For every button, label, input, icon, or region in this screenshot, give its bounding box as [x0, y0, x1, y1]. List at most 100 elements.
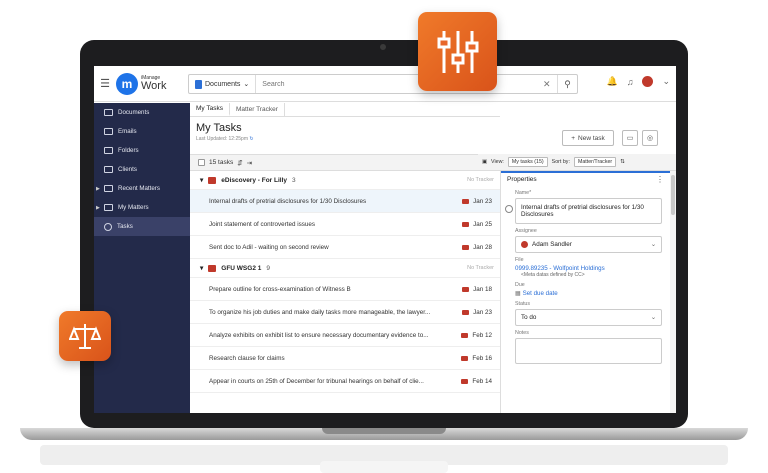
laptop-camera [380, 44, 386, 50]
assignee-label: Assignee [515, 228, 537, 234]
properties-title: Properties [507, 176, 537, 183]
plus-icon: + [571, 134, 576, 142]
close-icon[interactable]: ✕ [543, 79, 557, 90]
view-dropdown[interactable]: My tasks (15) [507, 157, 548, 167]
set-due-date-link[interactable]: Set due date [523, 290, 558, 297]
task-row[interactable]: Prepare outline for cross-examination of… [190, 278, 500, 301]
sidebar-item-folders[interactable]: Folders [94, 141, 190, 160]
matter-icon [208, 176, 217, 184]
email-icon [462, 309, 470, 315]
notification-icon[interactable]: 🔔 [606, 76, 617, 87]
sort-icon[interactable]: ⇵ [237, 159, 242, 167]
search-input[interactable] [256, 80, 543, 88]
email-icon [462, 244, 470, 250]
laptop-stand [320, 461, 448, 473]
assignee-dropdown[interactable]: Adam Sandler ⌄ [515, 236, 662, 253]
page-title: My Tasks [196, 122, 242, 134]
search-bar: Documents ⌄ ✕ ⚲ [188, 74, 578, 94]
notes-field[interactable] [515, 338, 662, 364]
menu-icon[interactable]: ☰ [94, 77, 116, 90]
logo-big: Work [141, 79, 167, 92]
task-row[interactable]: Joint statement of controverted issues Ja… [190, 213, 500, 236]
last-updated: Last Updated: 12:25pm [196, 136, 248, 142]
sidebar-item-emails[interactable]: Emails [94, 122, 190, 141]
search-scope-dropdown[interactable]: Documents ⌄ [189, 75, 257, 93]
sliders-icon [418, 12, 497, 91]
matter-icon [104, 204, 113, 211]
caret-right-icon: ▶ [96, 185, 100, 192]
briefcase-icon [104, 166, 113, 173]
properties-panel: Properties ⋮ Name* Internal drafts of pre… [500, 171, 670, 413]
search-icon[interactable]: ⚲ [557, 75, 577, 93]
email-icon [104, 128, 113, 135]
sort-order-icon[interactable]: ⇅ [620, 159, 624, 165]
task-count: 15 tasks [209, 159, 234, 166]
sidebar-item-tasks[interactable]: Tasks [94, 217, 190, 236]
task-list: ▾ eDiscovery - For Lilly 3 No Tracker Inter… [190, 171, 500, 393]
task-row[interactable]: To organize his job duties and make dail… [190, 301, 500, 324]
task-row[interactable]: Internal drafts of pretrial disclosures … [190, 190, 500, 213]
chevron-down-icon[interactable]: ⌄ [662, 76, 670, 87]
task-row[interactable]: Analyze exhibits on exhibit list to ensu… [190, 324, 500, 347]
matter-icon [104, 185, 113, 192]
file-meta: <Meta datas defined by CC> [521, 272, 585, 278]
status-label: Status [515, 301, 531, 307]
complete-circle-icon[interactable] [505, 205, 513, 213]
sidebar-item-clients[interactable]: Clients [94, 160, 190, 179]
chevron-down-icon: ⌄ [650, 241, 656, 248]
document-icon [195, 79, 202, 89]
sort-dropdown[interactable]: Matter/Tracker [573, 157, 617, 167]
file-link[interactable]: 0999.89235 - Wolfpoint Holdings [501, 265, 670, 272]
select-all-checkbox[interactable] [198, 159, 205, 166]
name-label: Name* [515, 190, 532, 196]
sidebar-item-recent-matters[interactable]: ▶ Recent Matters [94, 179, 190, 198]
avatar[interactable] [642, 76, 654, 87]
layout-icon[interactable]: ▣ [482, 159, 487, 165]
chevron-down-icon: ⌄ [243, 81, 250, 88]
app-logo: m iManage Work [116, 72, 190, 95]
sidebar: Documents Emails Folders Clients ▶ Recent… [94, 103, 190, 413]
task-row[interactable]: Sent doc to Adil - waiting on second rev… [190, 236, 500, 259]
scrollbar[interactable] [670, 171, 676, 413]
main-panel: My Tasks Matter Tracker My Tasks Last Up… [190, 103, 500, 413]
status-dropdown[interactable]: To do ⌄ [515, 309, 662, 326]
group-header[interactable]: ▾ eDiscovery - For Lilly 3 No Tracker [190, 171, 500, 190]
app-header: ☰ m iManage Work Documents ⌄ ✕ ⚲ 🔔 ♫ ⌄ [94, 66, 676, 102]
sidebar-item-documents[interactable]: Documents [94, 103, 190, 122]
file-label: File [515, 257, 524, 263]
scales-of-justice-icon [59, 311, 111, 361]
email-icon [462, 286, 470, 292]
task-row[interactable]: Research clause for claims Feb 16 [190, 347, 500, 370]
chevron-down-icon[interactable]: ▾ [200, 264, 203, 272]
tab-matter-tracker[interactable]: Matter Tracker [230, 103, 285, 116]
check-circle-icon [104, 222, 112, 231]
view-label: View: [491, 159, 504, 165]
matter-icon [208, 264, 217, 272]
comment-button[interactable]: ▭ [622, 130, 638, 146]
scrollbar-thumb[interactable] [671, 175, 675, 215]
email-icon [461, 332, 469, 338]
logo-mark: m [116, 72, 138, 95]
new-task-button[interactable]: + New task [562, 130, 614, 146]
chevron-down-icon[interactable]: ▾ [200, 176, 203, 184]
refresh-icon[interactable]: ↻ [249, 136, 253, 142]
task-name-field[interactable]: Internal drafts of pretrial disclosures … [515, 198, 662, 224]
email-icon [461, 378, 469, 384]
email-icon [462, 198, 470, 204]
chevron-down-icon: ⌄ [650, 314, 656, 321]
notes-label: Notes [515, 330, 529, 336]
tab-my-tasks[interactable]: My Tasks [190, 103, 230, 116]
export-icon[interactable]: ⇥ [247, 159, 252, 167]
sidebar-item-my-matters[interactable]: ▶ My Matters [94, 198, 190, 217]
group-header[interactable]: ▾ GFU WSG2 1 9 No Tracker [190, 259, 500, 278]
task-row[interactable]: Appear in courts on 25th of December for… [190, 370, 500, 393]
caret-right-icon: ▶ [96, 204, 100, 211]
folder-icon [104, 147, 113, 154]
search-scope-label: Documents [205, 80, 241, 88]
app-screen: ☰ m iManage Work Documents ⌄ ✕ ⚲ 🔔 ♫ ⌄ [94, 66, 676, 413]
bell-icon[interactable]: ♫ [627, 77, 634, 87]
more-menu-icon[interactable]: ⋮ [656, 175, 664, 184]
globe-button[interactable]: ◎ [642, 130, 658, 146]
view-bar: ▣ View: My tasks (15) Sort by: Matter/Tr… [478, 154, 676, 171]
comment-icon: ▭ [626, 135, 634, 142]
